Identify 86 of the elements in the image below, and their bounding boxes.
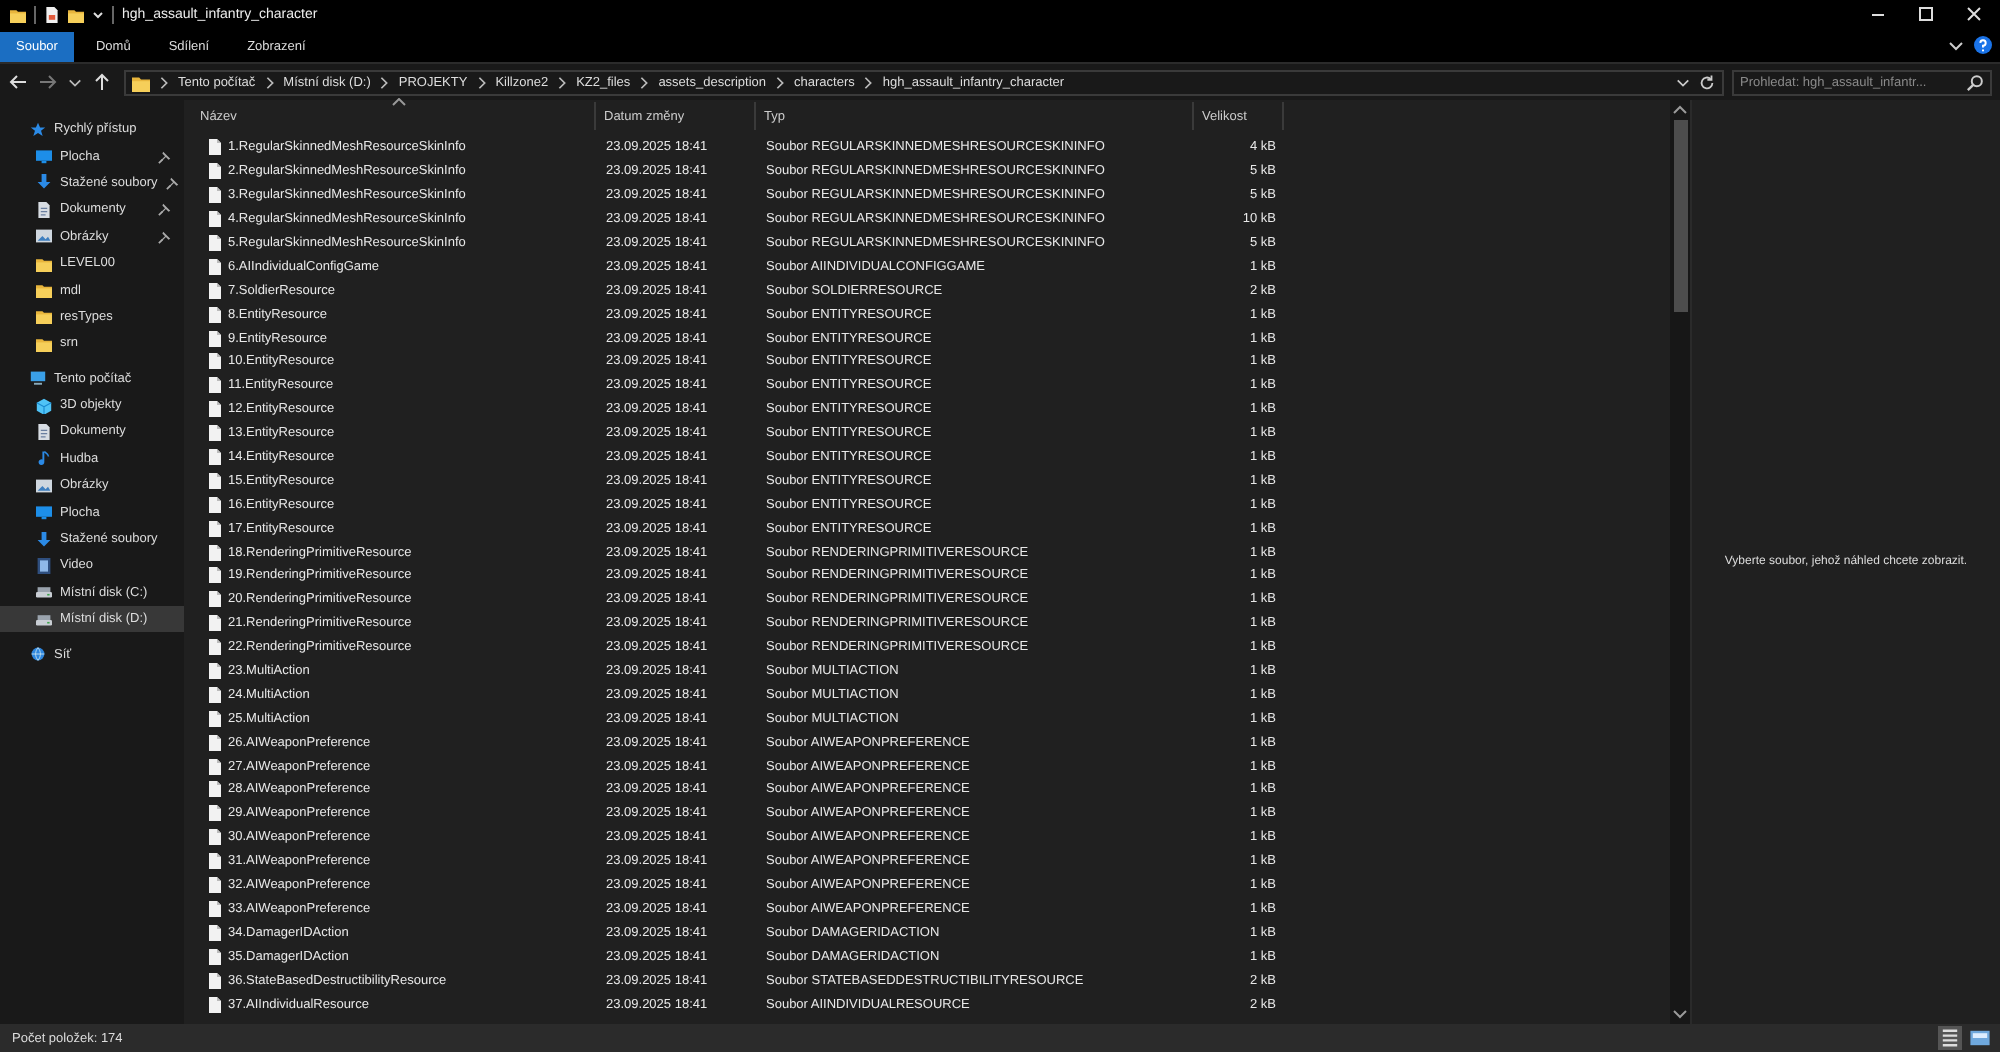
download-icon — [36, 531, 52, 548]
drive-icon — [36, 584, 52, 601]
file-icon — [208, 804, 222, 823]
document-icon — [36, 423, 52, 440]
scroll-down-icon[interactable] — [1672, 1008, 1688, 1020]
file-icon — [208, 899, 222, 918]
file-icon — [208, 995, 222, 1013]
picture-icon — [36, 228, 52, 245]
file-icon — [208, 923, 222, 942]
file-icon — [208, 234, 222, 252]
chevron-icon — [638, 75, 651, 89]
help-icon[interactable] — [1974, 36, 1992, 54]
chevron-icon — [862, 75, 875, 89]
file-icon — [208, 733, 222, 752]
file-icon — [208, 138, 222, 157]
file-icon — [208, 448, 222, 467]
file-icon — [208, 947, 222, 966]
desktop-icon — [36, 504, 52, 521]
chevron-icon — [158, 75, 170, 89]
folder-icon — [36, 308, 52, 325]
file-icon — [208, 400, 222, 419]
file-icon — [208, 780, 222, 799]
file-icon — [208, 495, 222, 514]
file-icon — [208, 376, 222, 395]
folder-icon — [132, 73, 150, 91]
file-icon — [208, 543, 222, 562]
refresh-icon[interactable] — [1698, 73, 1716, 91]
folder-icon[interactable] — [10, 5, 26, 23]
forward-icon[interactable] — [38, 72, 58, 92]
desktop-icon — [36, 148, 52, 165]
file-icon — [208, 852, 222, 871]
file-icon — [208, 352, 222, 371]
dropdown-icon[interactable] — [92, 8, 104, 20]
file-icon — [208, 971, 222, 990]
chevron-icon — [263, 75, 276, 89]
file-icon — [208, 876, 222, 895]
chevron-icon — [378, 75, 391, 89]
file-icon — [208, 162, 222, 181]
drive-icon — [36, 611, 52, 628]
document-icon — [36, 201, 52, 218]
maximize-icon[interactable] — [1916, 4, 1936, 24]
folder-icon — [36, 335, 52, 352]
video-icon — [36, 557, 52, 574]
new-folder-icon[interactable] — [68, 5, 84, 23]
file-icon — [208, 257, 222, 276]
file-icon — [208, 590, 222, 609]
star-icon — [30, 121, 46, 138]
search-icon[interactable] — [1966, 73, 1984, 91]
up-icon[interactable] — [92, 72, 112, 92]
download-icon — [36, 174, 52, 191]
large-icons-view-icon[interactable] — [1968, 1026, 1992, 1050]
file-icon — [208, 329, 222, 348]
file-icon — [208, 305, 222, 324]
folder-icon — [36, 255, 52, 272]
file-icon — [208, 662, 222, 681]
file-icon — [208, 566, 222, 585]
back-icon[interactable] — [8, 72, 28, 92]
file-icon — [208, 709, 222, 728]
file-icon — [208, 281, 222, 300]
picture-icon — [36, 477, 52, 494]
scrollbar[interactable] — [1670, 100, 1690, 1024]
scroll-up-icon[interactable] — [1672, 104, 1688, 116]
details-view-icon[interactable] — [1938, 1026, 1962, 1050]
file-icon — [208, 186, 222, 205]
file-icon — [208, 757, 222, 776]
properties-icon[interactable] — [44, 5, 60, 23]
file-icon — [208, 828, 222, 847]
file-icon — [208, 471, 222, 490]
dropdown-icon[interactable] — [1676, 75, 1690, 89]
file-icon — [208, 685, 222, 704]
file-icon — [208, 519, 222, 538]
chevron-icon — [475, 75, 488, 89]
cube-icon — [36, 397, 52, 414]
expand-ribbon-icon[interactable] — [1948, 37, 1964, 53]
music-icon — [36, 450, 52, 467]
network-icon — [30, 646, 46, 663]
file-icon — [208, 638, 222, 657]
file-icon — [208, 210, 222, 229]
recent-locations-icon[interactable] — [68, 75, 82, 89]
close-icon[interactable] — [1964, 4, 1984, 24]
chevron-icon — [774, 75, 787, 89]
chevron-icon — [556, 75, 569, 89]
file-icon — [208, 424, 222, 443]
file-icon — [208, 614, 222, 633]
folder-icon — [36, 282, 52, 299]
computer-icon — [30, 370, 46, 387]
